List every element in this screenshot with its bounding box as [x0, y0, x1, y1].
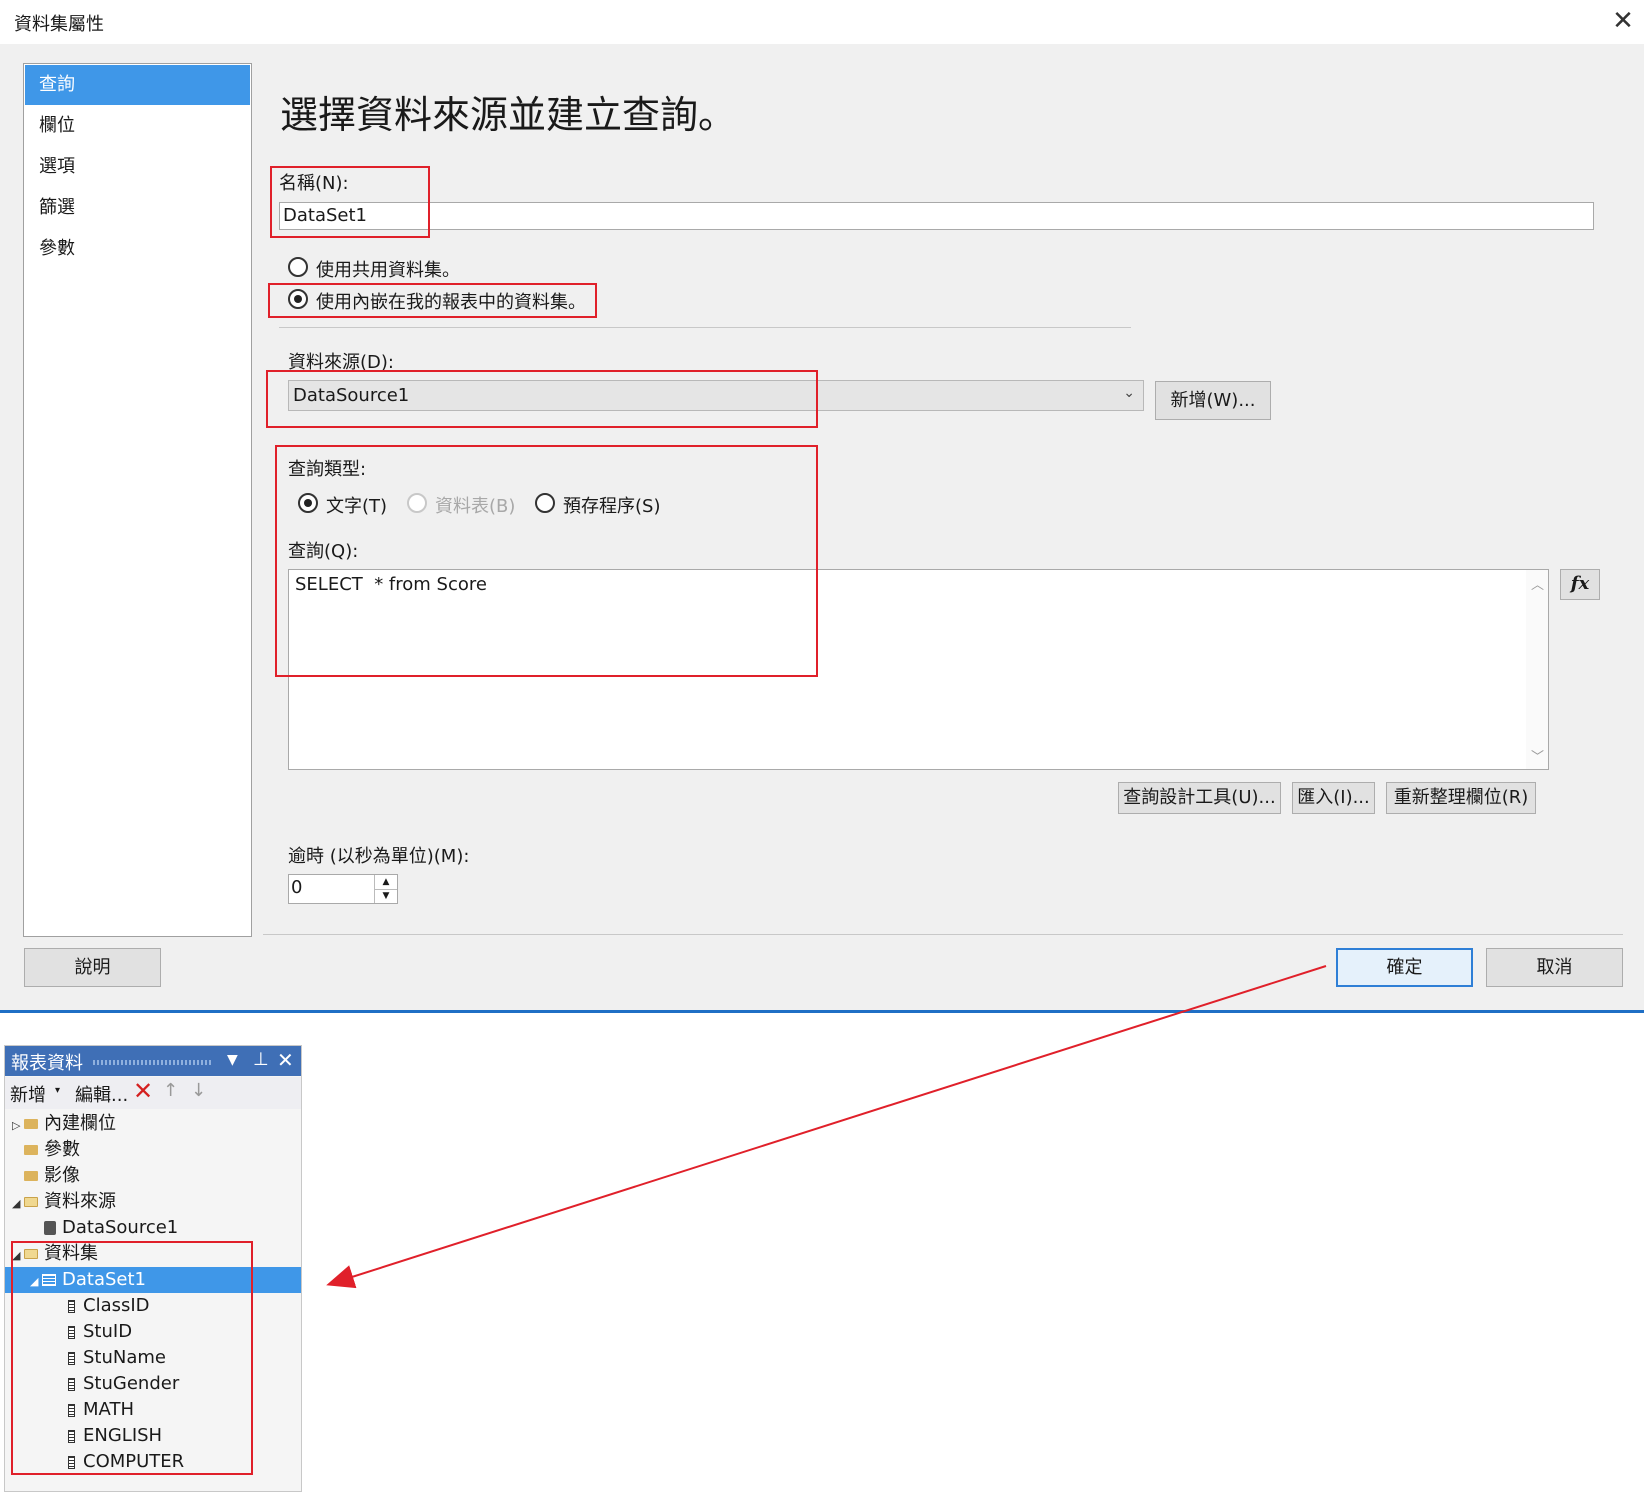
annotation-arrow — [326, 965, 1327, 1289]
